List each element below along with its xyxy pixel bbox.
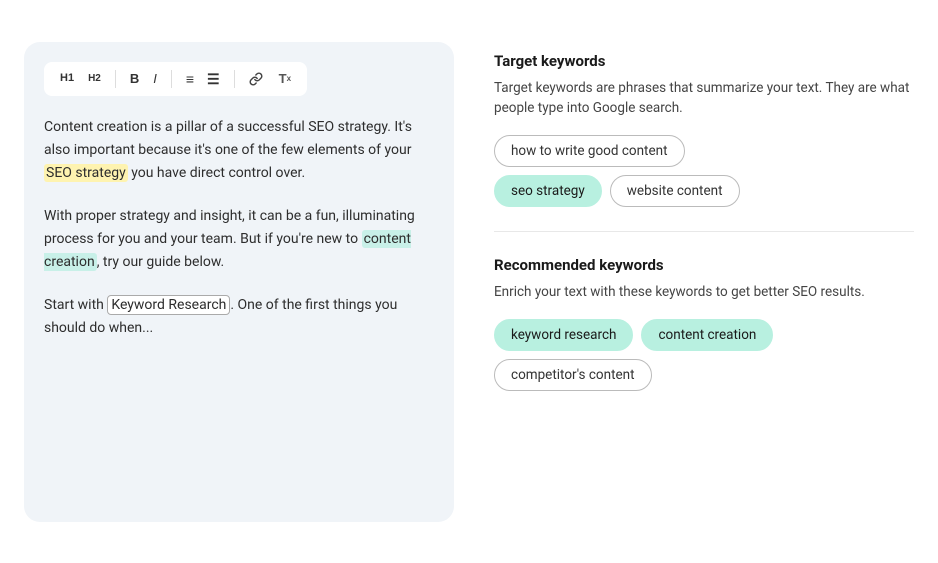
text-2a: With proper strategy and insight, it can… — [44, 208, 415, 247]
recommended-keywords-desc: Enrich your text with these keywords to … — [494, 282, 914, 303]
tag-website-content[interactable]: website content — [610, 175, 740, 207]
clear-format-button[interactable]: Tx — [273, 68, 297, 89]
text-1b: you have direct control over. — [128, 165, 305, 181]
h1-button[interactable]: H1 — [54, 69, 80, 88]
tag-how-to-write[interactable]: how to write good content — [494, 135, 685, 167]
toolbar: H1 H2 B I ≡ ☰ — [44, 62, 307, 96]
target-keywords-row-1: how to write good content — [494, 135, 914, 167]
text-3a: Start with — [44, 297, 107, 313]
main-container: H1 H2 B I ≡ ☰ — [24, 42, 914, 522]
section-divider — [494, 231, 914, 232]
keyword-research-highlight: Keyword Research — [107, 295, 230, 315]
recommended-keywords-row-2: competitor's content — [494, 359, 914, 391]
paragraph-3: Start with Keyword Research. One of the … — [44, 294, 434, 340]
bold-button[interactable]: B — [124, 68, 145, 89]
italic-button[interactable]: I — [147, 68, 163, 89]
divider-2 — [171, 70, 172, 88]
recommended-keywords-title: Recommended keywords — [494, 256, 914, 274]
recommended-keywords-row-1: keyword research content creation — [494, 319, 914, 351]
paragraph-2: With proper strategy and insight, it can… — [44, 205, 434, 274]
divider-1 — [115, 70, 116, 88]
editor-panel: H1 H2 B I ≡ ☰ — [24, 42, 454, 522]
list-group: ≡ ☰ — [180, 68, 226, 90]
divider-3 — [234, 70, 235, 88]
tag-seo-strategy[interactable]: seo strategy — [494, 175, 602, 207]
ordered-list-button[interactable]: ≡ — [180, 68, 199, 90]
seo-strategy-highlight: SEO strategy — [44, 164, 128, 182]
tag-competitors-content[interactable]: competitor's content — [494, 359, 652, 391]
target-keywords-title: Target keywords — [494, 52, 914, 70]
text-1a: Content creation is a pillar of a succes… — [44, 119, 412, 158]
target-keywords-row-2: seo strategy website content — [494, 175, 914, 207]
recommended-keywords-section: Recommended keywords Enrich your text wi… — [494, 256, 914, 391]
h2-button[interactable]: H2 — [82, 70, 107, 88]
text-2b: , try our guide below. — [97, 254, 225, 270]
tag-content-creation[interactable]: content creation — [641, 319, 773, 351]
keywords-panel: Target keywords Target keywords are phra… — [494, 42, 914, 400]
target-keywords-desc: Target keywords are phrases that summari… — [494, 78, 914, 120]
paragraph-1: Content creation is a pillar of a succes… — [44, 116, 434, 185]
tag-keyword-research[interactable]: keyword research — [494, 319, 633, 351]
heading-group: H1 H2 — [54, 69, 107, 88]
editor-content[interactable]: Content creation is a pillar of a succes… — [44, 116, 434, 341]
unordered-list-button[interactable]: ☰ — [201, 68, 226, 90]
format-group: B I — [124, 68, 163, 89]
target-keywords-section: Target keywords Target keywords are phra… — [494, 52, 914, 208]
link-button[interactable] — [243, 68, 269, 90]
